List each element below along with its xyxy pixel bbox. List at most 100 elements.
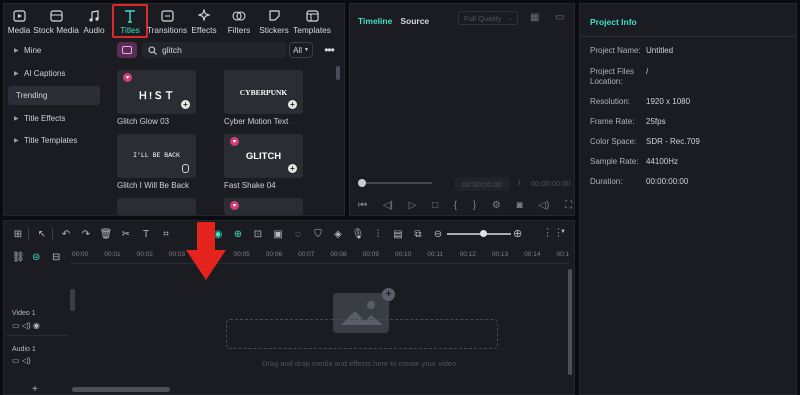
chevron-down-icon[interactable]: ▼ bbox=[560, 229, 566, 235]
zoom-out-icon[interactable]: ⊖ bbox=[428, 229, 448, 240]
preview-progress-knob[interactable] bbox=[358, 179, 366, 187]
toolbar-media[interactable]: Media bbox=[6, 4, 32, 38]
add-icon[interactable]: + bbox=[32, 384, 38, 395]
add-icon[interactable]: + bbox=[181, 100, 190, 109]
folder-icon[interactable]: ▭ bbox=[12, 356, 20, 365]
toolbar-stock-media[interactable]: Stock Media bbox=[32, 4, 80, 38]
speed-icon[interactable]: ◌ bbox=[288, 229, 308, 240]
step-back-icon[interactable]: ◁| bbox=[383, 200, 393, 211]
card-thumbnail-text: GLITCH bbox=[245, 151, 282, 162]
stop-icon[interactable]: □ bbox=[432, 200, 438, 211]
zoom-slider-knob[interactable] bbox=[480, 230, 487, 237]
filters-icon bbox=[232, 8, 246, 23]
layout-grid-icon[interactable]: ⊞ bbox=[8, 229, 28, 240]
delete-icon[interactable]: 🗑 bbox=[96, 229, 116, 240]
track-label-audio: Audio 1 bbox=[12, 346, 36, 353]
speaker-icon[interactable]: ◁) bbox=[22, 321, 31, 330]
redo-icon[interactable]: ↷ bbox=[76, 229, 96, 240]
premium-gem-icon bbox=[123, 73, 132, 82]
sidebar-item-title-effects[interactable]: ▶ Title Effects bbox=[8, 109, 100, 128]
timeline-horizontal-scrollbar[interactable] bbox=[72, 387, 170, 392]
sidebar-item-ai-captions[interactable]: ▶ AI Captions bbox=[8, 64, 100, 83]
toolbar-stickers[interactable]: Stickers bbox=[256, 4, 292, 38]
preview-progress-track[interactable] bbox=[360, 182, 432, 184]
tab-source[interactable]: Source bbox=[400, 16, 429, 26]
toolbar-audio[interactable]: Audio bbox=[80, 4, 108, 38]
project-info-panel: Project Info Project Name: Untitled Proje… bbox=[579, 3, 797, 395]
timeline-ruler[interactable]: 00:0000:0100:0200:0300:0400:0500:0600:07… bbox=[70, 250, 570, 264]
settings-icon[interactable]: ⚙ bbox=[492, 200, 501, 211]
microphone-icon[interactable]: 🎙 bbox=[348, 229, 368, 240]
title-card-partial[interactable] bbox=[117, 198, 196, 215]
snap-icon[interactable]: ⊡ bbox=[248, 229, 268, 240]
fullscreen-icon[interactable]: ⛶ bbox=[565, 200, 572, 211]
text-tool-icon[interactable]: T bbox=[136, 229, 156, 240]
ruler-tick-label: 00:11 bbox=[427, 251, 444, 258]
library-scrollbar[interactable] bbox=[336, 66, 340, 80]
add-track-icon[interactable]: ⊟ bbox=[52, 252, 60, 263]
link-icon[interactable]: ⛓ bbox=[12, 252, 25, 263]
shield-icon[interactable]: ⛉ bbox=[308, 229, 328, 240]
tab-timeline[interactable]: Timeline bbox=[358, 16, 392, 26]
track-resize-handle[interactable] bbox=[70, 289, 75, 311]
drop-zone[interactable] bbox=[226, 319, 498, 349]
zoom-in-icon[interactable]: ⊕ bbox=[513, 227, 522, 240]
chevron-down-icon: ▼ bbox=[303, 47, 309, 53]
audio-mixer-icon[interactable]: ⫶ bbox=[368, 229, 388, 240]
speaker-icon[interactable]: ◁) bbox=[22, 356, 31, 365]
filter-button[interactable] bbox=[117, 42, 137, 58]
previous-frame-icon[interactable]: ⏮ bbox=[358, 200, 367, 211]
sidebar-item-trending[interactable]: Trending bbox=[8, 86, 100, 105]
title-T-icon bbox=[123, 8, 137, 23]
project-info-title: Project Info bbox=[590, 17, 637, 27]
card-title: Glitch I Will Be Back bbox=[117, 181, 190, 190]
toolbar-effects[interactable]: Effects bbox=[186, 4, 222, 38]
add-icon[interactable]: + bbox=[288, 164, 297, 173]
title-card-glitch-back[interactable]: I'LL BE BACK bbox=[117, 134, 196, 178]
download-icon[interactable] bbox=[182, 164, 189, 173]
quality-dropdown[interactable]: Full Quality ⌄ bbox=[458, 11, 518, 25]
volume-icon[interactable]: ◁) bbox=[538, 200, 549, 211]
ruler-tick-label: 00:08 bbox=[330, 251, 347, 258]
current-time: 00:00:00:00 bbox=[454, 177, 510, 191]
crop-icon[interactable]: ⌗ bbox=[156, 229, 176, 240]
caret-right-icon: ▶ bbox=[14, 48, 19, 54]
more-options-icon[interactable]: ••• bbox=[320, 41, 338, 59]
sticker-icon bbox=[268, 8, 281, 23]
marker-icon[interactable]: ◈ bbox=[328, 229, 348, 240]
cut-icon[interactable]: ✂ bbox=[116, 229, 136, 240]
select-pointer-icon[interactable]: ↖ bbox=[32, 229, 52, 240]
toolbar-filters[interactable]: Filters bbox=[222, 4, 256, 38]
zoom-slider-track[interactable] bbox=[447, 233, 511, 235]
filter-all-dropdown[interactable]: All ▼ bbox=[289, 42, 313, 58]
sidebar-item-mine[interactable]: ▶ Mine bbox=[8, 41, 100, 60]
title-card-glitch-glow[interactable]: Ｈ!ＳＴ + bbox=[117, 70, 196, 114]
undo-icon[interactable]: ↶ bbox=[56, 229, 76, 240]
magnetic-track-icon[interactable]: ⊕ bbox=[228, 229, 248, 240]
title-card-fast-shake[interactable]: GLITCH + bbox=[224, 134, 303, 178]
pip-icon[interactable]: ⧉ bbox=[408, 229, 428, 240]
toolbar-templates[interactable]: Templates bbox=[292, 4, 332, 38]
play-icon[interactable]: ▷ bbox=[409, 200, 417, 211]
title-card-partial[interactable] bbox=[224, 198, 303, 215]
image-edit-icon[interactable]: ▣ bbox=[268, 229, 288, 240]
sidebar-item-title-templates[interactable]: ▶ Title Templates bbox=[8, 131, 100, 150]
mark-in-icon[interactable]: { bbox=[454, 200, 457, 211]
eye-icon[interactable]: ◉ bbox=[33, 321, 40, 330]
toolbar-transitions[interactable]: Transitions bbox=[147, 4, 187, 38]
transitions-icon bbox=[160, 8, 174, 23]
camera-icon[interactable]: ◙ bbox=[517, 200, 523, 211]
ruler-tick-label: 00:02 bbox=[136, 251, 153, 258]
auto-highlight-icon[interactable]: ⊜ bbox=[32, 252, 40, 263]
folder-icon[interactable]: ▭ bbox=[12, 321, 20, 330]
caption-icon[interactable]: ▤ bbox=[388, 229, 408, 240]
title-card-cyber-motion[interactable]: CYBERPUNK + bbox=[224, 70, 303, 114]
grid-view-icon[interactable]: ▦ bbox=[530, 12, 539, 23]
snapshot-icon[interactable]: ▭ bbox=[555, 12, 564, 23]
divider bbox=[580, 36, 796, 37]
search-input[interactable]: glitch bbox=[142, 42, 286, 58]
timeline-vertical-scrollbar[interactable] bbox=[568, 269, 572, 375]
add-icon[interactable]: + bbox=[288, 100, 297, 109]
toolbar-titles[interactable]: Titles bbox=[112, 4, 148, 38]
mark-out-icon[interactable]: } bbox=[473, 200, 476, 211]
